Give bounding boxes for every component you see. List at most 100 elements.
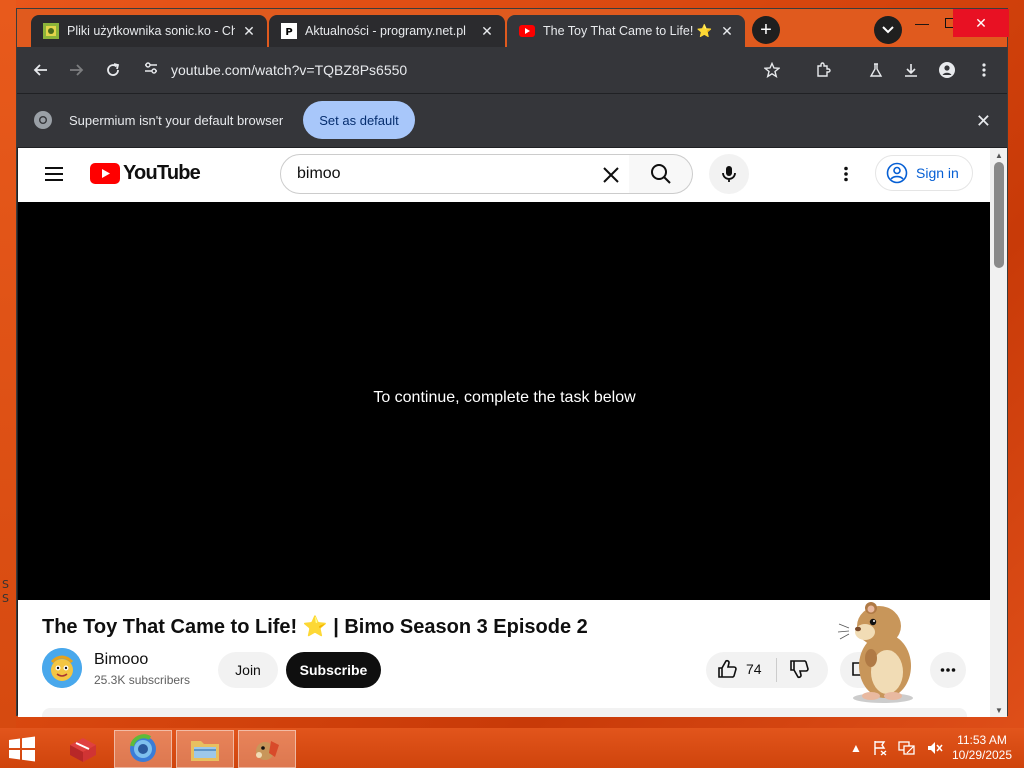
taskbar: ▲ 11:53 AM 10/29/2025	[0, 728, 1024, 768]
chevron-down-icon	[882, 26, 894, 34]
set-as-default-button[interactable]: Set as default	[303, 101, 415, 139]
network-icon[interactable]	[898, 740, 916, 756]
hamburger-menu-icon[interactable]	[42, 162, 66, 186]
reload-button[interactable]	[99, 56, 127, 84]
extensions-button[interactable]	[809, 56, 837, 84]
close-infobar-icon[interactable]: ✕	[976, 111, 991, 132]
youtube-logo[interactable]: YouTube	[90, 162, 201, 185]
clear-search-icon[interactable]	[599, 163, 623, 187]
subscriber-count: 25.3K subscribers	[94, 673, 191, 687]
search-button[interactable]	[629, 154, 693, 194]
tab-label: The Toy That Came to Life! ⭐ |	[543, 23, 713, 38]
taskbar-app-pet[interactable]	[238, 730, 296, 768]
kebab-menu-icon	[982, 63, 986, 77]
tab-label: Pliki użytkownika sonic.ko - Cho	[67, 24, 235, 38]
taskbar-app-boxes[interactable]	[54, 730, 112, 768]
tab-close-icon[interactable]: ✕	[241, 23, 257, 39]
labs-button[interactable]	[862, 56, 890, 84]
search-input[interactable]: bimoo	[280, 154, 630, 194]
system-tray: ▲	[850, 740, 944, 756]
youtube-play-icon	[90, 163, 120, 184]
tab-strip: Pliki użytkownika sonic.ko - Cho ✕ P Akt…	[17, 9, 1009, 47]
voice-search-button[interactable]	[709, 154, 749, 194]
page-scrollbar[interactable]: ▲ ▼	[990, 148, 1007, 717]
hamster-mascot[interactable]	[835, 598, 927, 704]
person-icon	[939, 62, 955, 78]
kebab-menu-icon	[844, 166, 848, 182]
tab-programy[interactable]: P Aktualności - programy.net.pl ✕	[269, 15, 505, 47]
star-icon	[764, 62, 780, 78]
menu-button[interactable]	[970, 56, 998, 84]
address-bar[interactable]: youtube.com/watch?v=TQBZ8Ps6550	[137, 54, 797, 86]
dislike-button[interactable]	[788, 658, 810, 685]
subscribe-button[interactable]: Subscribe	[286, 652, 381, 688]
youtube-logo-text: YouTube	[123, 162, 201, 184]
tab-sonic-files[interactable]: Pliki użytkownika sonic.ko - Cho ✕	[31, 15, 267, 47]
like-divider	[776, 658, 777, 682]
thumbs-up-icon	[718, 659, 737, 678]
more-actions-button[interactable]	[930, 652, 966, 688]
back-button[interactable]	[27, 56, 55, 84]
search-query: bimoo	[297, 165, 341, 182]
join-button[interactable]: Join	[218, 652, 278, 688]
desktop-icon-fragment: S	[2, 592, 9, 605]
reload-icon	[107, 63, 120, 76]
channel-avatar[interactable]	[42, 648, 82, 688]
video-player[interactable]: To continue, complete the task below	[18, 202, 991, 600]
url-text: youtube.com/watch?v=TQBZ8Ps6550	[171, 62, 408, 78]
tab-close-icon[interactable]: ✕	[719, 23, 735, 39]
tab-youtube[interactable]: The Toy That Came to Life! ⭐ | ✕	[507, 15, 745, 47]
forward-button[interactable]	[62, 56, 90, 84]
close-window-button[interactable]: ✕	[953, 9, 1009, 37]
taskbar-app-explorer[interactable]	[176, 730, 234, 768]
volume-muted-icon[interactable]	[926, 740, 944, 756]
microphone-icon	[722, 166, 736, 182]
desktop-background	[0, 0, 16, 728]
browser-toolbar: youtube.com/watch?v=TQBZ8Ps6550	[17, 47, 1007, 93]
account-icon	[886, 162, 908, 184]
new-tab-button[interactable]: +	[752, 16, 780, 44]
video-title: The Toy That Came to Life! ⭐ | Bimo Seas…	[42, 616, 588, 638]
default-browser-infobar: Supermium isn't your default browser Set…	[17, 93, 1007, 147]
downloads-button[interactable]	[897, 56, 925, 84]
thumbs-down-icon	[790, 660, 809, 679]
arrow-left-icon	[33, 64, 47, 76]
like-dislike-group: 74	[706, 652, 828, 688]
tab-close-icon[interactable]: ✕	[479, 23, 495, 39]
minimize-button[interactable]: —	[907, 9, 937, 37]
scrollbar-thumb[interactable]	[994, 162, 1004, 268]
taskbar-clock[interactable]: 11:53 AM 10/29/2025	[950, 733, 1014, 763]
like-button[interactable]: 74	[716, 658, 762, 680]
bookmark-button[interactable]	[758, 56, 786, 84]
sign-in-button[interactable]: Sign in	[875, 155, 973, 191]
start-button[interactable]	[8, 736, 36, 762]
scroll-up-icon[interactable]: ▲	[994, 150, 1004, 160]
site-info-icon[interactable]	[143, 60, 159, 81]
browser-globe-icon	[130, 734, 156, 762]
taskbar-app-browser[interactable]	[114, 730, 172, 768]
package-icon	[70, 738, 96, 762]
clock-date: 10/29/2025	[951, 748, 1013, 762]
infobar-message: Supermium isn't your default browser	[69, 113, 284, 128]
like-count: 74	[746, 661, 762, 677]
svg-text:P: P	[285, 27, 292, 38]
channel-name[interactable]: Bimooo	[94, 651, 148, 669]
download-icon	[905, 64, 917, 77]
site-favicon-icon	[43, 23, 59, 39]
profile-button[interactable]	[933, 56, 961, 84]
settings-more-button[interactable]	[834, 162, 858, 186]
tab-search-button[interactable]	[874, 16, 902, 44]
clock-time: 11:53 AM	[957, 733, 1007, 747]
windows-logo-icon	[9, 736, 35, 762]
description-panel[interactable]	[42, 708, 967, 717]
flask-icon	[869, 63, 883, 77]
action-center-flag-icon[interactable]	[872, 740, 888, 756]
scroll-down-icon[interactable]: ▼	[994, 705, 1004, 715]
horizontal-dots-icon	[940, 668, 956, 672]
youtube-favicon-icon	[519, 23, 535, 39]
browser-logo-icon	[33, 110, 53, 135]
programy-favicon-icon: P	[281, 23, 297, 39]
tray-expand-icon[interactable]: ▲	[850, 741, 862, 755]
folder-icon	[191, 741, 219, 761]
player-message: To continue, complete the task below	[373, 389, 636, 406]
